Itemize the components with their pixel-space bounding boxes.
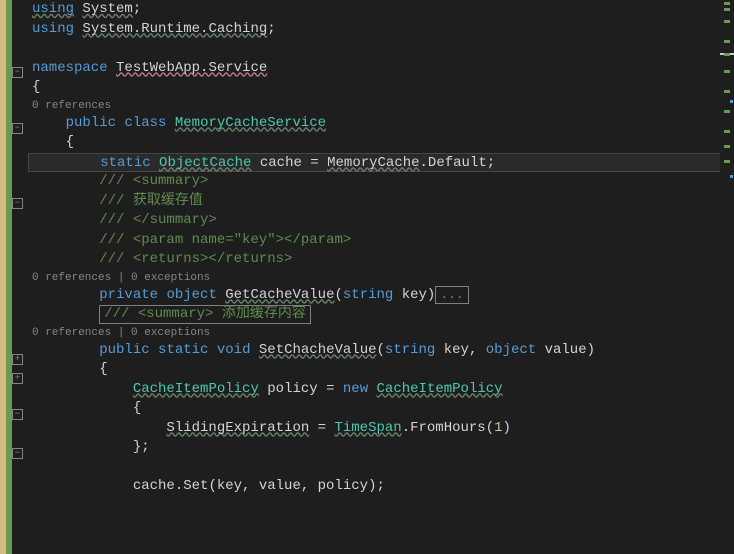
- fold-toggle[interactable]: −: [12, 123, 23, 134]
- fold-toggle[interactable]: −: [12, 67, 23, 78]
- namespace-ref: System.Runtime.Caching: [82, 21, 267, 37]
- fold-toggle[interactable]: −: [12, 198, 23, 209]
- fold-toggle[interactable]: +: [12, 373, 23, 384]
- keyword: object: [486, 342, 536, 358]
- fold-toggle[interactable]: +: [12, 354, 23, 365]
- type-ref: ObjectCache: [159, 155, 251, 171]
- keyword: static: [158, 342, 208, 358]
- fold-toggle[interactable]: −: [12, 448, 23, 459]
- code-editor[interactable]: − − − + + − − using System; using System…: [0, 0, 734, 554]
- brace: {: [99, 361, 107, 377]
- method-name: SetChacheValue: [259, 342, 377, 358]
- keyword: private: [99, 287, 158, 303]
- brace: {: [133, 400, 141, 416]
- paren: (: [334, 287, 342, 303]
- class-name: MemoryCacheService: [175, 115, 326, 131]
- collapsed-summary[interactable]: /// <summary> 添加缓存内容: [99, 305, 311, 324]
- type-ref: MemoryCache: [327, 155, 419, 171]
- keyword: string: [343, 287, 393, 303]
- keyword: object: [166, 287, 216, 303]
- keyword: namespace: [32, 60, 108, 76]
- variable: policy: [267, 381, 317, 397]
- modified-indicator-green: [6, 0, 12, 554]
- keyword: class: [124, 115, 166, 131]
- keyword: using: [32, 1, 74, 17]
- codelens[interactable]: 0 references: [32, 98, 734, 114]
- parameter: key,: [435, 342, 485, 358]
- codelens[interactable]: 0 references | 0 exceptions: [32, 270, 734, 286]
- method-call: .FromHours(: [402, 420, 494, 436]
- namespace-ref: System: [82, 1, 132, 17]
- keyword: new: [343, 381, 368, 397]
- xml-doc-attr: "key": [234, 232, 276, 248]
- xml-doc: /// <summary>: [99, 173, 208, 189]
- brace: };: [133, 439, 150, 455]
- type-ref: CacheItemPolicy: [377, 381, 503, 397]
- paren: (: [377, 342, 385, 358]
- type-ref: TimeSpan: [334, 420, 401, 436]
- xml-doc: /// 获取缓存值: [99, 193, 203, 209]
- code-content[interactable]: using System; using System.Runtime.Cachi…: [28, 0, 734, 554]
- method-name: GetCacheValue: [225, 287, 334, 303]
- brace: {: [32, 79, 40, 95]
- keyword: static: [100, 155, 150, 171]
- parameter: key): [393, 287, 435, 303]
- xml-doc: /// <param name=: [99, 232, 233, 248]
- collapsed-region[interactable]: ...: [435, 286, 468, 304]
- variable: cache: [260, 155, 302, 171]
- xml-doc: /// </summary>: [99, 212, 217, 228]
- operator: =: [310, 155, 318, 171]
- keyword: public: [99, 342, 149, 358]
- xml-doc: /// <returns></returns>: [99, 251, 292, 267]
- operator: =: [318, 420, 326, 436]
- scrollbar-markers: [720, 0, 734, 554]
- operator: =: [326, 381, 334, 397]
- keyword: using: [32, 21, 74, 37]
- property: SlidingExpiration: [166, 420, 309, 436]
- codelens[interactable]: 0 references | 0 exceptions: [32, 325, 734, 341]
- current-line: static ObjectCache cache = MemoryCache.D…: [28, 153, 734, 173]
- keyword: void: [217, 342, 251, 358]
- keyword: string: [385, 342, 435, 358]
- xml-doc: ></param>: [276, 232, 352, 248]
- statement: cache.Set(key, value, policy);: [133, 478, 385, 494]
- parameter: value): [536, 342, 595, 358]
- number-literal: 1: [494, 420, 502, 436]
- brace: {: [66, 134, 74, 150]
- member-access: .Default;: [420, 155, 496, 171]
- paren: ): [503, 420, 511, 436]
- namespace-name: TestWebApp.Service: [116, 60, 267, 76]
- vertical-scrollbar[interactable]: [720, 0, 734, 554]
- keyword: public: [66, 115, 116, 131]
- type-ref: CacheItemPolicy: [133, 381, 259, 397]
- fold-toggle[interactable]: −: [12, 409, 23, 420]
